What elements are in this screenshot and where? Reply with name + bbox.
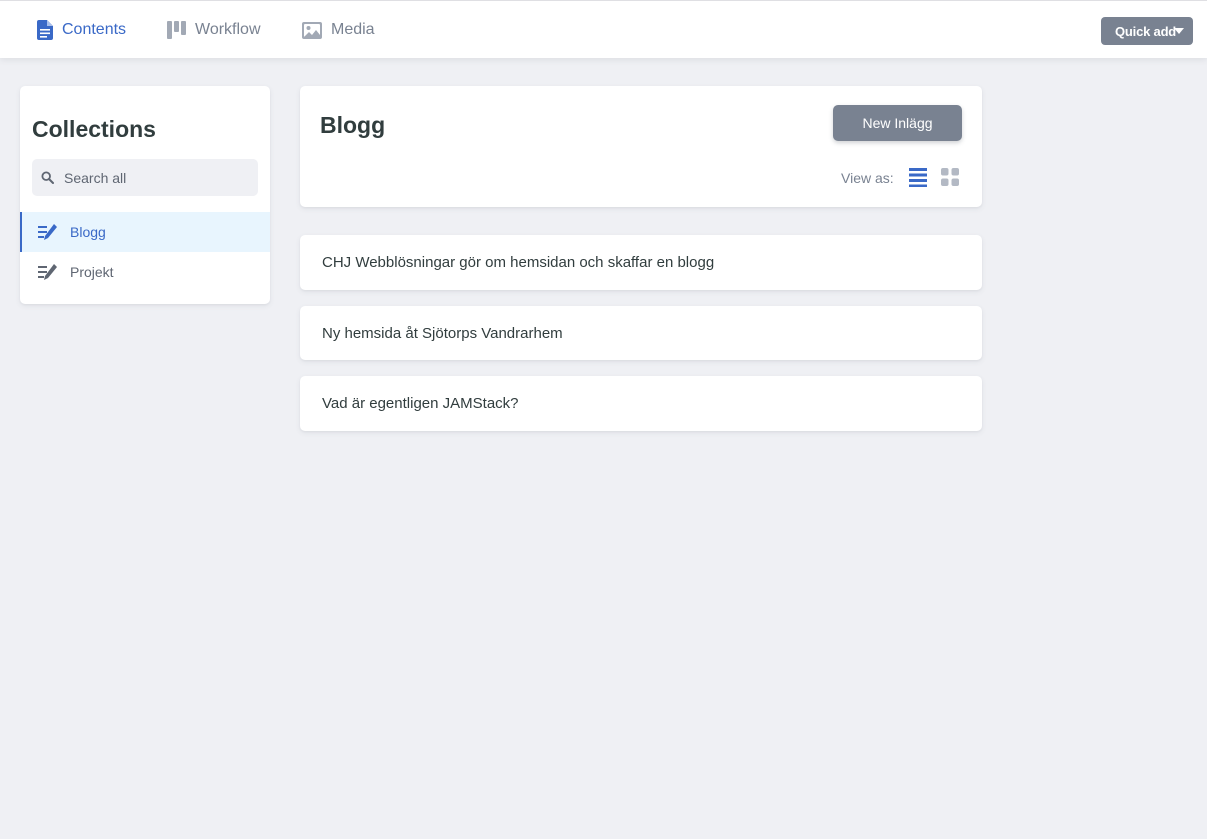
sidebar-item-blogg[interactable]: Blogg bbox=[20, 212, 270, 252]
sidebar-item-label: Projekt bbox=[70, 264, 114, 280]
nav-tab-label: Workflow bbox=[195, 21, 261, 38]
quick-add-label: Quick add bbox=[1115, 23, 1177, 39]
search-icon bbox=[41, 171, 54, 184]
collection-header: Blogg New Inlägg View as: bbox=[300, 86, 982, 207]
entry-list-item[interactable]: Vad är egentligen JAMStack? bbox=[300, 376, 982, 431]
grid-view-icon[interactable] bbox=[940, 167, 960, 187]
nav-tab-media[interactable]: Media bbox=[302, 1, 375, 59]
nav-tab-label: Media bbox=[331, 21, 375, 38]
chevron-down-icon bbox=[1174, 28, 1184, 34]
search-input[interactable] bbox=[64, 169, 234, 186]
edit-list-icon bbox=[38, 263, 58, 281]
view-as-label: View as: bbox=[841, 170, 894, 186]
sidebar-item-projekt[interactable]: Projekt bbox=[20, 252, 270, 292]
sidebar-title: Collections bbox=[32, 116, 156, 142]
nav-tab-contents[interactable]: Contents bbox=[37, 1, 126, 59]
entry-list-item[interactable]: Ny hemsida åt Sjötorps Vandrarhem bbox=[300, 306, 982, 360]
quick-add-dropdown-button[interactable]: Quick add bbox=[1101, 17, 1193, 45]
collection-title: Blogg bbox=[320, 112, 386, 138]
nav-tab-label: Contents bbox=[62, 21, 127, 38]
document-icon bbox=[37, 20, 53, 40]
collections-sidebar: Collections Blogg bbox=[20, 86, 270, 304]
search-box[interactable] bbox=[32, 159, 258, 196]
list-view-icon[interactable] bbox=[908, 167, 928, 187]
entry-list-item[interactable]: CHJ Webblösningar gör om hemsidan och sk… bbox=[300, 235, 982, 290]
top-navigation-bar: Contents Workflow Media Quick add bbox=[0, 0, 1207, 58]
nav-tab-workflow[interactable]: Workflow bbox=[167, 1, 261, 59]
new-entry-button[interactable]: New Inlägg bbox=[833, 105, 962, 141]
sidebar-item-label: Blogg bbox=[70, 224, 106, 240]
kanban-icon bbox=[167, 21, 186, 39]
edit-list-icon bbox=[38, 223, 58, 241]
image-icon bbox=[302, 21, 322, 39]
